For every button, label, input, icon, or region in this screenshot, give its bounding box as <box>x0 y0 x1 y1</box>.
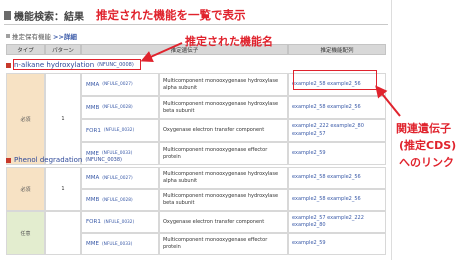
arrow-to-cds-link <box>375 85 401 117</box>
arrow-to-function-name <box>140 42 183 63</box>
annotation-arrows <box>140 42 401 117</box>
